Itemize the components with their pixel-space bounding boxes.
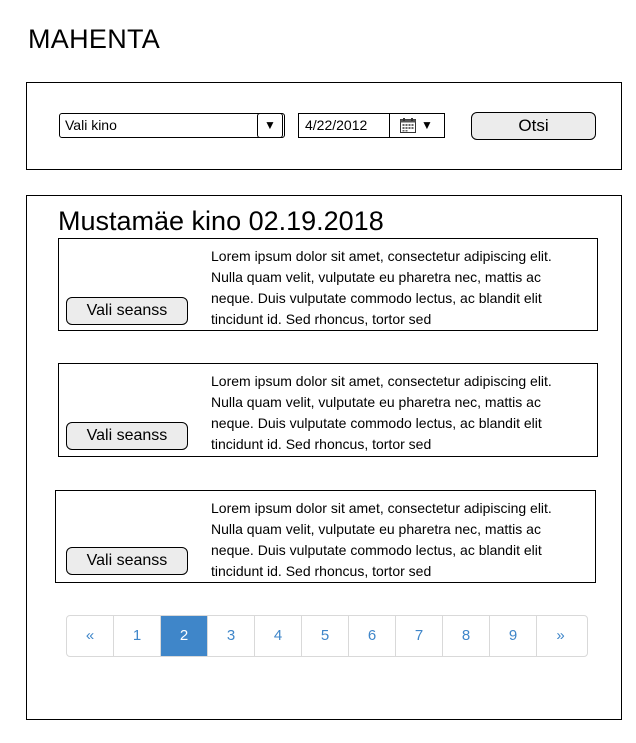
page-next[interactable]: » bbox=[537, 616, 584, 656]
date-field[interactable]: 4/22/2012 bbox=[298, 113, 390, 138]
app-title: MAHENTA bbox=[28, 24, 161, 54]
page-prev[interactable]: « bbox=[67, 616, 114, 656]
card-description: Lorem ipsum dolor sit amet, consectetur … bbox=[211, 248, 552, 327]
page-3[interactable]: 3 bbox=[208, 616, 255, 656]
select-showing-button[interactable]: Vali seanss bbox=[66, 422, 188, 450]
pagination: «1 2 3 4 5 6 7 8 9» bbox=[66, 615, 588, 657]
cinema-select[interactable]: Vali kino bbox=[59, 113, 285, 138]
list-item: Vali seanss Lorem ipsum dolor sit amet, … bbox=[55, 490, 596, 583]
search-button[interactable]: Otsi bbox=[471, 112, 596, 140]
card-description: Lorem ipsum dolor sit amet, consectetur … bbox=[211, 373, 552, 452]
list-item: Vali seanss Lorem ipsum dolor sit amet, … bbox=[58, 238, 598, 331]
page-1[interactable]: 1 bbox=[114, 616, 161, 656]
results-panel: Mustamäe kino 02.19.2018 Vali seanss Lor… bbox=[26, 195, 622, 720]
card-description: Lorem ipsum dolor sit amet, consectetur … bbox=[211, 500, 552, 579]
page-7[interactable]: 7 bbox=[396, 616, 443, 656]
select-showing-button[interactable]: Vali seanss bbox=[66, 297, 188, 325]
page-8[interactable]: 8 bbox=[443, 616, 490, 656]
page-6[interactable]: 6 bbox=[349, 616, 396, 656]
page-5[interactable]: 5 bbox=[302, 616, 349, 656]
chevron-down-icon: ▼ bbox=[421, 118, 433, 132]
page-9[interactable]: 9 bbox=[490, 616, 537, 656]
date-picker-button[interactable]: ▼ bbox=[389, 113, 445, 138]
select-showing-button[interactable]: Vali seanss bbox=[66, 547, 188, 575]
page-2[interactable]: 2 bbox=[161, 616, 208, 656]
chevron-down-icon[interactable]: ▼ bbox=[257, 113, 283, 138]
search-panel: Vali kino ▼ 4/22/2012 ▼ Otsi bbox=[26, 82, 622, 170]
page-4[interactable]: 4 bbox=[255, 616, 302, 656]
results-title: Mustamäe kino 02.19.2018 bbox=[58, 206, 384, 236]
list-item: Vali seanss Lorem ipsum dolor sit amet, … bbox=[58, 363, 598, 457]
calendar-icon bbox=[400, 118, 416, 133]
